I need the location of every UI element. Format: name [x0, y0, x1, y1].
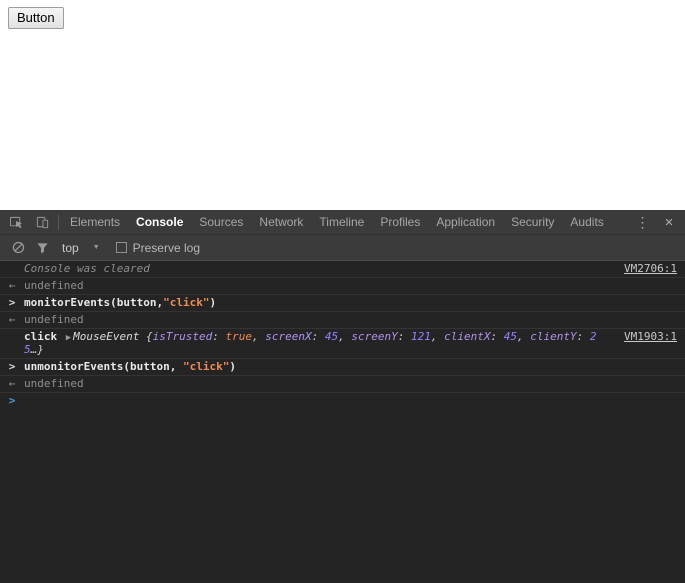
token-num: 121	[410, 330, 431, 343]
token-prop: screenX	[265, 330, 312, 343]
token-code: unmonitorEvents(button,	[24, 360, 183, 373]
tab-application[interactable]: Application	[428, 210, 503, 234]
token-preview: {	[146, 330, 153, 343]
token-preview: :	[490, 330, 504, 343]
chevron-down-icon: ▼	[92, 244, 100, 251]
tab-elements[interactable]: Elements	[62, 210, 128, 234]
result-arrow-icon: ←	[8, 313, 16, 326]
token-code: )	[209, 296, 217, 309]
execution-context-selector[interactable]: top ▼	[62, 241, 100, 255]
token-prop: clientX	[444, 330, 491, 343]
console-row-result: ← undefined	[0, 278, 685, 295]
console-row-text: undefined	[24, 279, 84, 292]
tab-bar-right: ⋮ ×	[630, 210, 682, 234]
expand-triangle-icon[interactable]: ▶	[64, 333, 73, 343]
console-row-text: unmonitorEvents(button, "click")	[24, 361, 677, 373]
token-string: "click"	[163, 296, 210, 309]
result-arrow-icon: ←	[8, 377, 16, 390]
tab-profiles[interactable]: Profiles	[372, 210, 428, 234]
browser-page: Button	[0, 0, 685, 210]
token-preview: :	[576, 330, 590, 343]
token-code: )	[229, 360, 236, 373]
console-row-result: ← undefined	[0, 376, 685, 393]
console-row-command: > unmonitorEvents(button, "click")	[0, 359, 685, 376]
token-preview: :	[397, 330, 411, 343]
console-row-text: click ▶ MouseEvent {isTrusted: true, scre…	[24, 331, 614, 356]
tab-console[interactable]: Console	[128, 210, 191, 234]
console-row-info: Console was cleared VM2706:1	[0, 261, 685, 278]
inspect-element-icon[interactable]	[3, 210, 29, 234]
result-arrow-icon: ←	[8, 279, 16, 292]
preserve-log-checkbox[interactable]	[115, 242, 127, 253]
console-toolbar: top ▼ Preserve log	[0, 235, 685, 261]
demo-button[interactable]: Button	[8, 7, 64, 29]
tabs: Elements Console Sources Network Timeline Pro…	[62, 210, 612, 234]
console-row-result: ← undefined	[0, 312, 685, 329]
clear-console-icon[interactable]	[6, 235, 30, 260]
tab-security[interactable]: Security	[503, 210, 562, 234]
token-preview: ,	[252, 330, 266, 343]
tab-timeline[interactable]: Timeline	[311, 210, 372, 234]
console-row-command: > monitorEvents(button,"click")	[0, 295, 685, 312]
token-string: "click"	[182, 360, 230, 373]
devtools-menu-icon[interactable]: ⋮	[630, 210, 656, 234]
token-preview: ,	[516, 330, 531, 343]
token-preview: ,	[430, 330, 445, 343]
console-row-prompt[interactable]: >	[0, 393, 685, 410]
token-code: monitorEvents(button,	[24, 296, 164, 309]
source-link[interactable]: VM2706:1	[614, 263, 677, 275]
devtools-panel: Elements Console Sources Network Timeline Pro…	[0, 210, 685, 583]
token-bool: true	[225, 330, 253, 343]
token-objname: MouseEvent	[73, 330, 147, 343]
tab-audits[interactable]: Audits	[562, 210, 611, 234]
command-chevron-icon: >	[8, 360, 16, 373]
console-row-text: Console was cleared	[24, 262, 150, 275]
token-preview: …}	[30, 343, 44, 356]
command-chevron-icon: >	[8, 296, 16, 309]
token-num: 45	[324, 330, 339, 343]
filter-icon[interactable]	[30, 235, 54, 260]
token-preview: :	[212, 330, 226, 343]
context-label: top	[62, 240, 79, 255]
token-num: 45	[503, 330, 517, 343]
tab-network[interactable]: Network	[251, 210, 311, 234]
token-preview: :	[311, 330, 325, 343]
console-row-log: click ▶ MouseEvent {isTrusted: true, scre…	[0, 329, 685, 359]
console-row-text: undefined	[24, 313, 84, 326]
token-prop: isTrusted	[152, 330, 213, 343]
console-row-text: monitorEvents(button,"click")	[24, 297, 677, 309]
device-toolbar-icon[interactable]	[29, 210, 55, 234]
token-prop: screenY	[351, 330, 398, 343]
token-preview: ,	[338, 330, 352, 343]
tab-bar-divider	[58, 214, 59, 230]
console-rows: Console was cleared VM2706:1 ← undefined > mo…	[0, 261, 685, 410]
source-link[interactable]: VM1903:1	[614, 331, 677, 343]
prompt-chevron-icon: >	[8, 394, 16, 407]
devtools-tab-bar: Elements Console Sources Network Timeline Pro…	[0, 210, 685, 235]
console-row-text: undefined	[24, 377, 84, 390]
token-bold: click	[24, 330, 64, 343]
preserve-log-label: Preserve log	[132, 240, 200, 255]
token-prop: clientY	[530, 330, 577, 343]
tab-sources[interactable]: Sources	[191, 210, 251, 234]
devtools-close-icon[interactable]: ×	[656, 210, 682, 234]
